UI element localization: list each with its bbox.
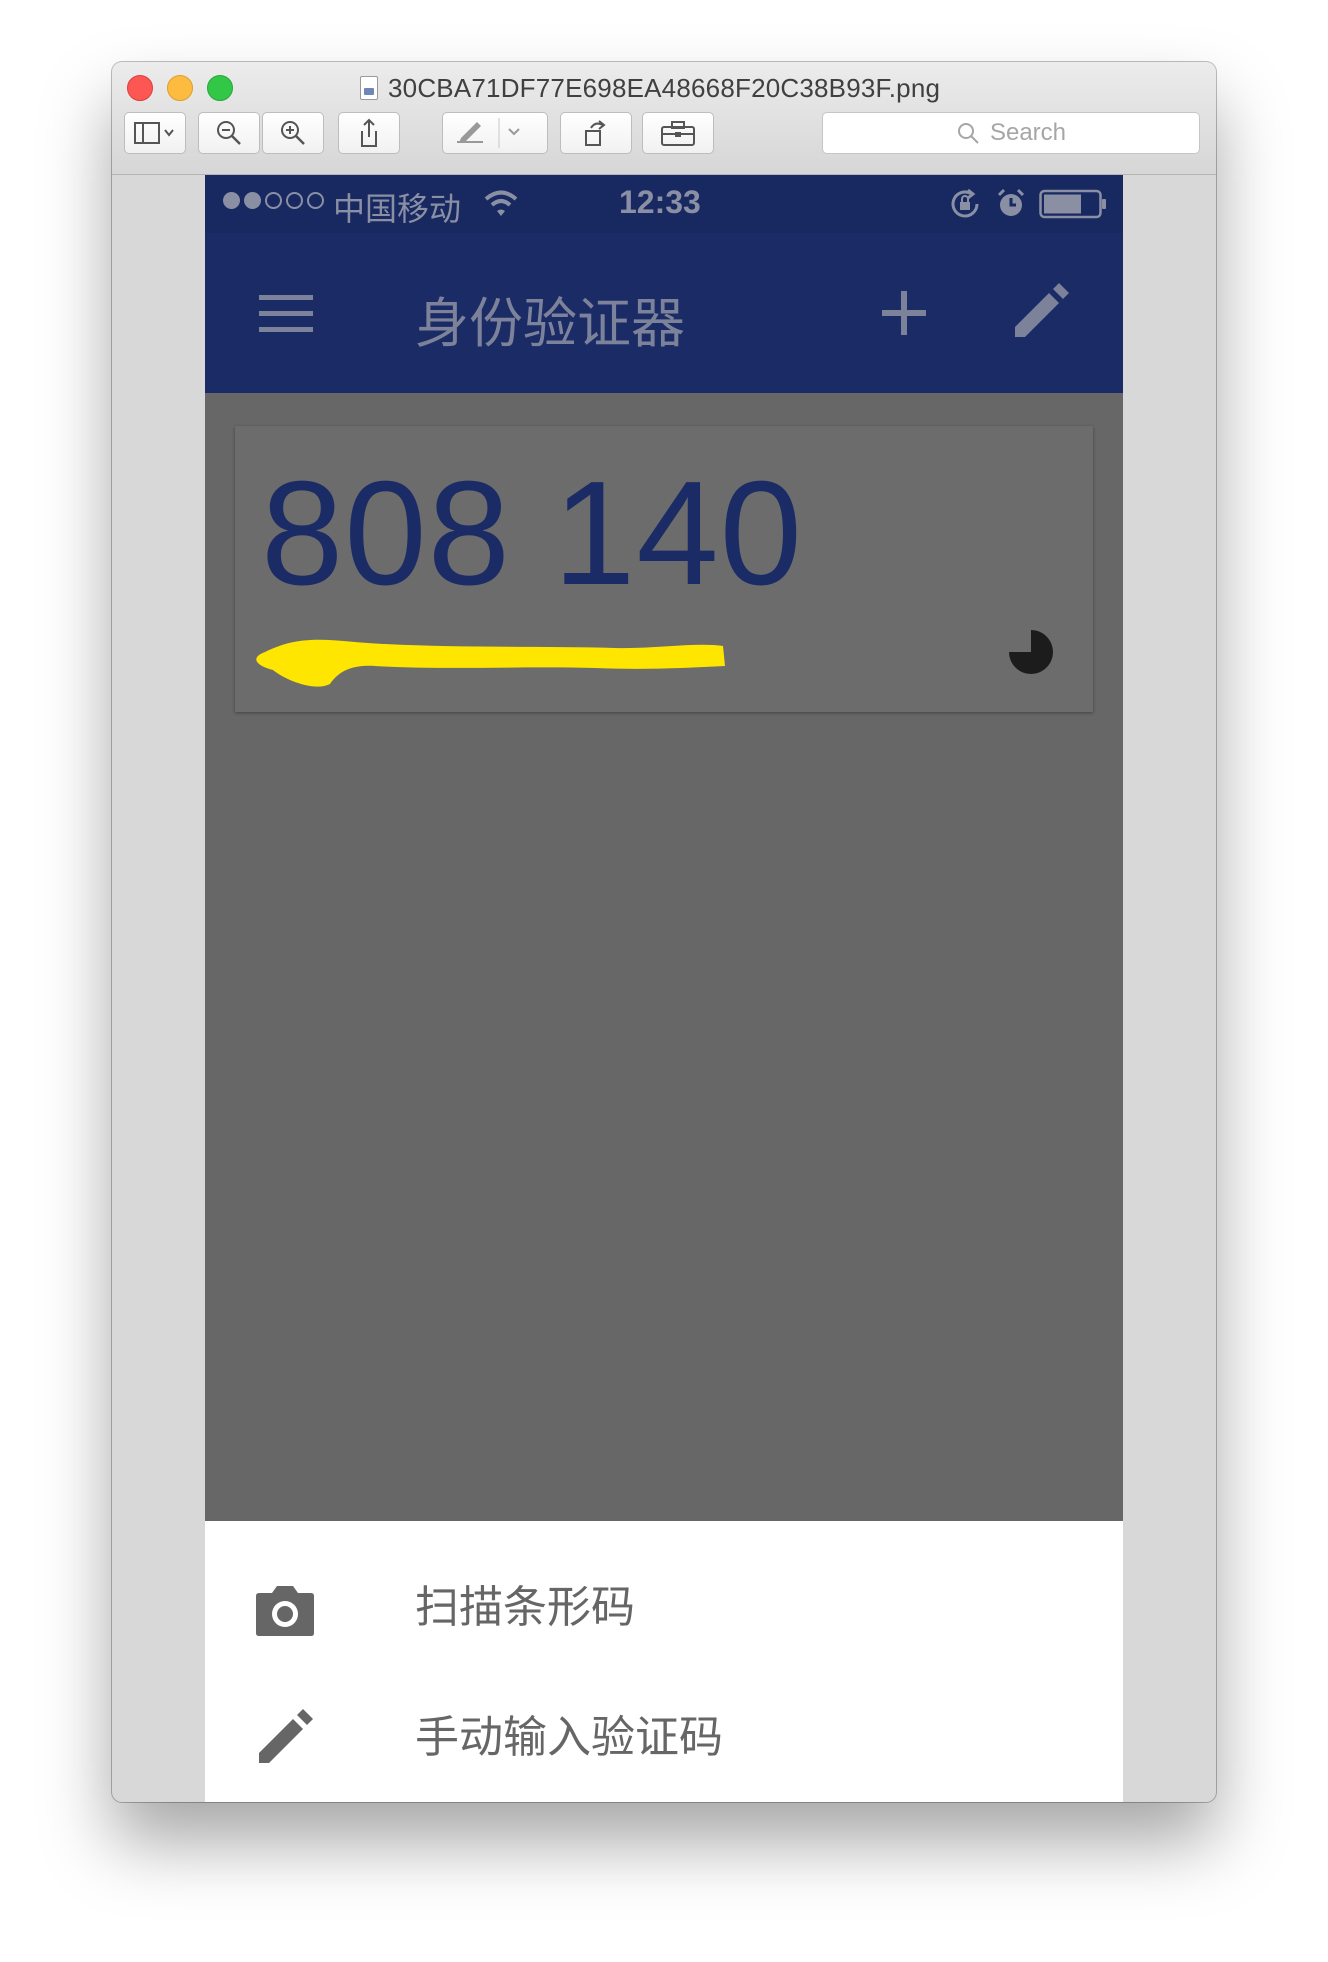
manual-entry-option[interactable]: 手动输入验证码 [205, 1673, 1123, 1801]
wifi-icon [484, 190, 518, 216]
signal-strength-icon [223, 192, 324, 209]
redaction-mark [256, 639, 725, 687]
status-time: 12:33 [619, 184, 701, 220]
zoom-out-button[interactable] [198, 112, 260, 154]
share-button[interactable] [338, 112, 400, 154]
app-bar: 身份验证器 [205, 233, 1123, 393]
plus-icon[interactable] [882, 291, 926, 335]
sidebar-toggle-button[interactable] [124, 112, 186, 154]
countdown-timer-icon [1009, 630, 1053, 674]
camera-icon [256, 1586, 314, 1636]
close-window-button[interactable] [127, 75, 153, 101]
verification-code: 808 140 [261, 451, 803, 616]
zoom-out-icon [217, 121, 241, 145]
battery-icon [1039, 189, 1106, 219]
rotate-icon [585, 120, 606, 146]
sidebar-icon [134, 122, 174, 144]
rotate-button[interactable] [560, 112, 632, 154]
search-icon [957, 123, 979, 144]
add-account-bottom-sheet: 扫描条形码 手动输入验证码 [205, 1521, 1123, 1802]
share-icon [361, 118, 377, 147]
pencil-icon [259, 1709, 313, 1763]
account-card[interactable]: 808 140 [235, 426, 1093, 712]
minimize-window-button[interactable] [167, 75, 193, 101]
markup-button[interactable] [442, 112, 548, 154]
search-placeholder: Search [989, 119, 1067, 146]
carrier-name: 中国移动 [333, 191, 462, 227]
pencil-icon[interactable] [1013, 283, 1069, 339]
app-title: 身份验证器 [415, 294, 685, 354]
toolbox-icon [661, 121, 695, 146]
rotation-lock-icon [951, 188, 979, 218]
zoom-in-icon [281, 121, 305, 145]
status-bar: 中国移动 12:33 [205, 175, 1123, 233]
search-input[interactable]: Search [822, 112, 1200, 154]
pen-icon [457, 118, 520, 148]
manual-entry-label: 手动输入验证码 [415, 1713, 723, 1762]
zoom-window-button[interactable] [207, 75, 233, 101]
window-titlebar: 30CBA71DF77E698EA48668F20C38B93F.png Sea… [112, 62, 1216, 175]
phone-screenshot: 中国移动 12:33 身份验证器 808 140 扫描条形码 手动输入验证码 [205, 175, 1123, 1802]
scan-barcode-label: 扫描条形码 [415, 1583, 635, 1632]
window-title-text: 30CBA71DF77E698EA48668F20C38B93F.png [388, 72, 941, 103]
document-icon [360, 76, 378, 100]
toolbox-button[interactable] [642, 112, 714, 154]
zoom-in-button[interactable] [262, 112, 324, 154]
alarm-icon [997, 188, 1025, 216]
preview-window: 30CBA71DF77E698EA48668F20C38B93F.png Sea… [112, 62, 1216, 1802]
scan-barcode-option[interactable]: 扫描条形码 [205, 1543, 1123, 1671]
window-title: 30CBA71DF77E698EA48668F20C38B93F.png [360, 70, 1000, 106]
menu-icon[interactable] [259, 295, 313, 333]
